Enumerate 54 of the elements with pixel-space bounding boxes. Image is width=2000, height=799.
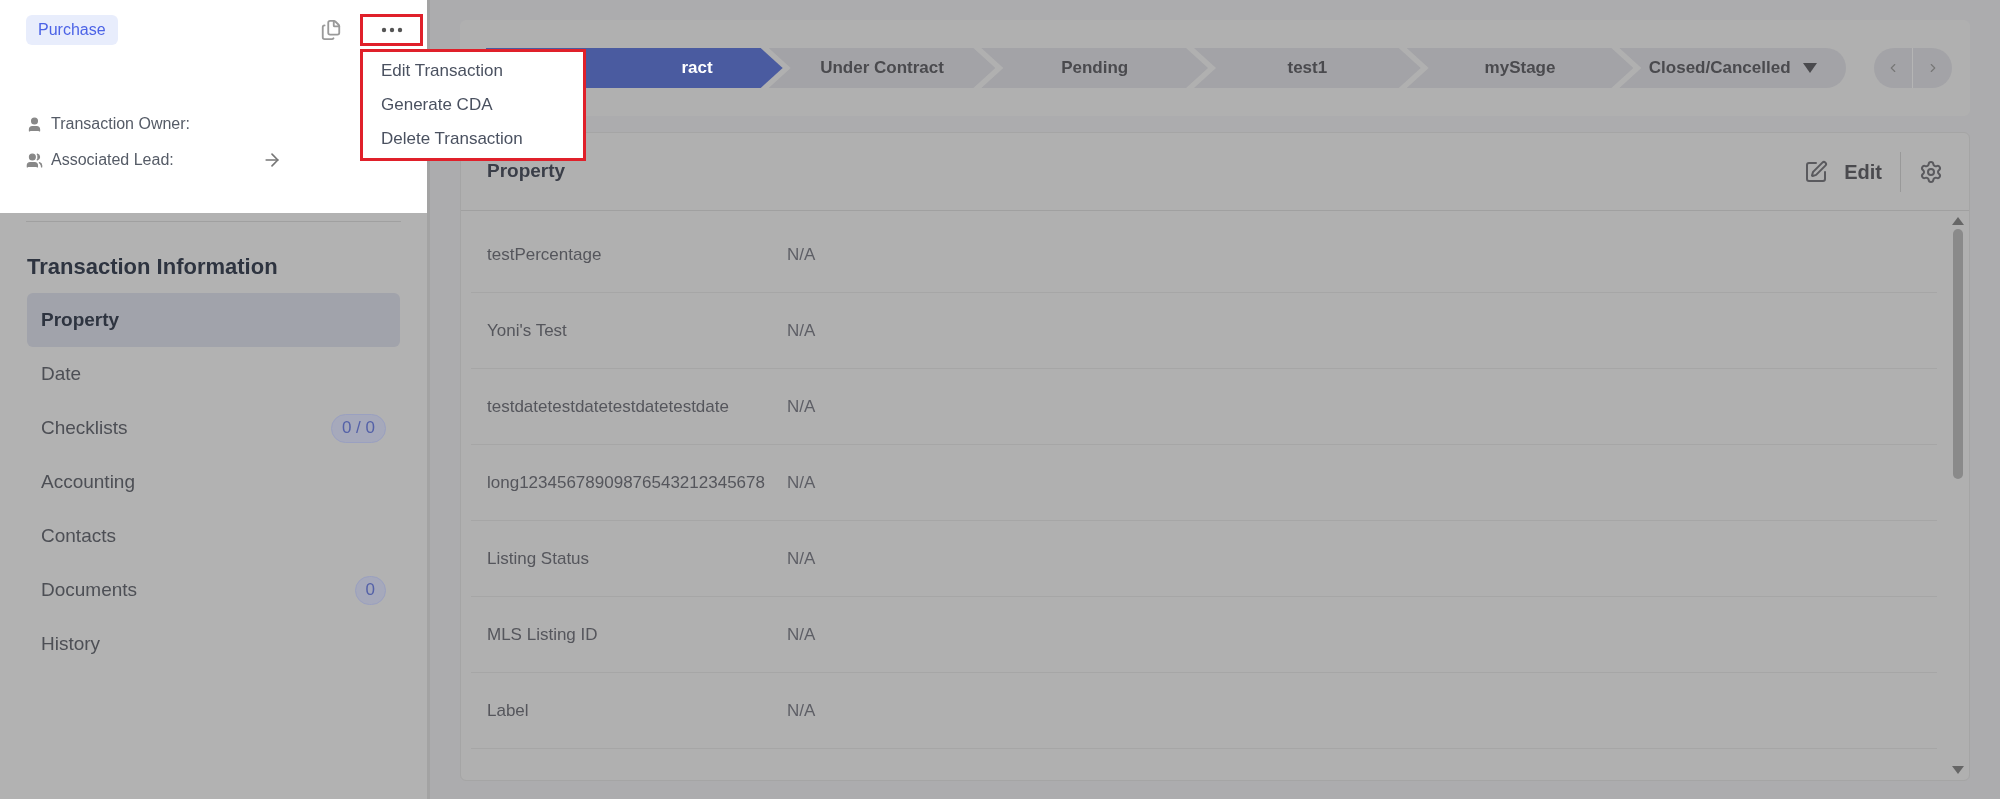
owner-label: Transaction Owner: <box>51 114 190 134</box>
count-badge: 0 / 0 <box>330 413 386 443</box>
people-icon <box>26 151 43 169</box>
sidebar-item[interactable]: Contacts <box>27 509 400 563</box>
more-icon <box>380 27 403 33</box>
caret-icon <box>1802 63 1817 73</box>
sidebar-item[interactable]: Accounting <box>27 455 400 509</box>
field-label: MLS Listing ID <box>487 623 599 646</box>
scroll-down-icon[interactable] <box>1952 766 1964 774</box>
menu-item[interactable]: Delete Transaction <box>363 122 583 156</box>
sidebar-item-label: History <box>41 631 101 656</box>
field-value: N/A <box>787 319 816 342</box>
sidebar-item-label: Date <box>41 361 82 386</box>
settings-icon[interactable] <box>1919 159 1943 184</box>
field-label: testPercentage <box>487 243 603 266</box>
sidebar-item-label: Documents <box>41 577 138 602</box>
copy-icon[interactable] <box>320 19 342 41</box>
stage-step[interactable]: Under Contract <box>768 48 996 88</box>
sidebar-item[interactable]: History <box>27 617 400 671</box>
section-title: Transaction Information <box>27 253 279 281</box>
transaction-type-tag: Purchase <box>26 15 118 45</box>
stage-step[interactable]: test1 <box>1194 48 1421 88</box>
sidebar-item-label: Checklists <box>41 415 128 440</box>
scroll-up-icon[interactable] <box>1952 217 1964 225</box>
card-title: Property <box>487 159 567 184</box>
menu-item[interactable]: Generate CDA <box>363 88 583 122</box>
person-icon <box>26 115 43 133</box>
field-value: N/A <box>787 471 816 494</box>
scrollbar-thumb[interactable] <box>1953 229 1963 479</box>
field-label: Listing Status <box>487 547 591 570</box>
field-value: N/A <box>787 395 816 418</box>
sidebar-item[interactable]: Documents 0 <box>27 563 400 617</box>
lead-label: Associated Lead: <box>51 150 174 170</box>
more-button[interactable] <box>360 14 423 46</box>
stage-step[interactable]: Pending <box>981 48 1208 88</box>
field-value: N/A <box>787 547 816 570</box>
sidebar-item-label: Property <box>41 307 120 332</box>
field-label: testdatetestdatetestdatetestdate <box>487 395 730 418</box>
field-label: Yoni's Test <box>487 319 568 342</box>
stage-step[interactable]: Closed/Cancelled <box>1619 48 1847 88</box>
sidebar-item[interactable]: Date <box>27 347 400 401</box>
field-value: N/A <box>787 623 816 646</box>
sidebar-item[interactable]: Checklists 0 / 0 <box>27 401 400 455</box>
field-label: long12345678909876543212345678 <box>487 471 766 494</box>
field-value: N/A <box>787 243 816 266</box>
edit-button[interactable]: Edit <box>1844 151 1901 192</box>
sidebar-item-label: Accounting <box>41 469 135 494</box>
stage-step[interactable]: myStage <box>1406 48 1634 88</box>
edit-icon[interactable] <box>1804 159 1829 184</box>
count-badge: 0 <box>354 575 386 605</box>
sidebar-item[interactable]: Property <box>27 293 400 347</box>
sidebar-item-label: Contacts <box>41 523 116 548</box>
field-label: Label <box>487 699 530 722</box>
field-value: N/A <box>787 699 816 722</box>
